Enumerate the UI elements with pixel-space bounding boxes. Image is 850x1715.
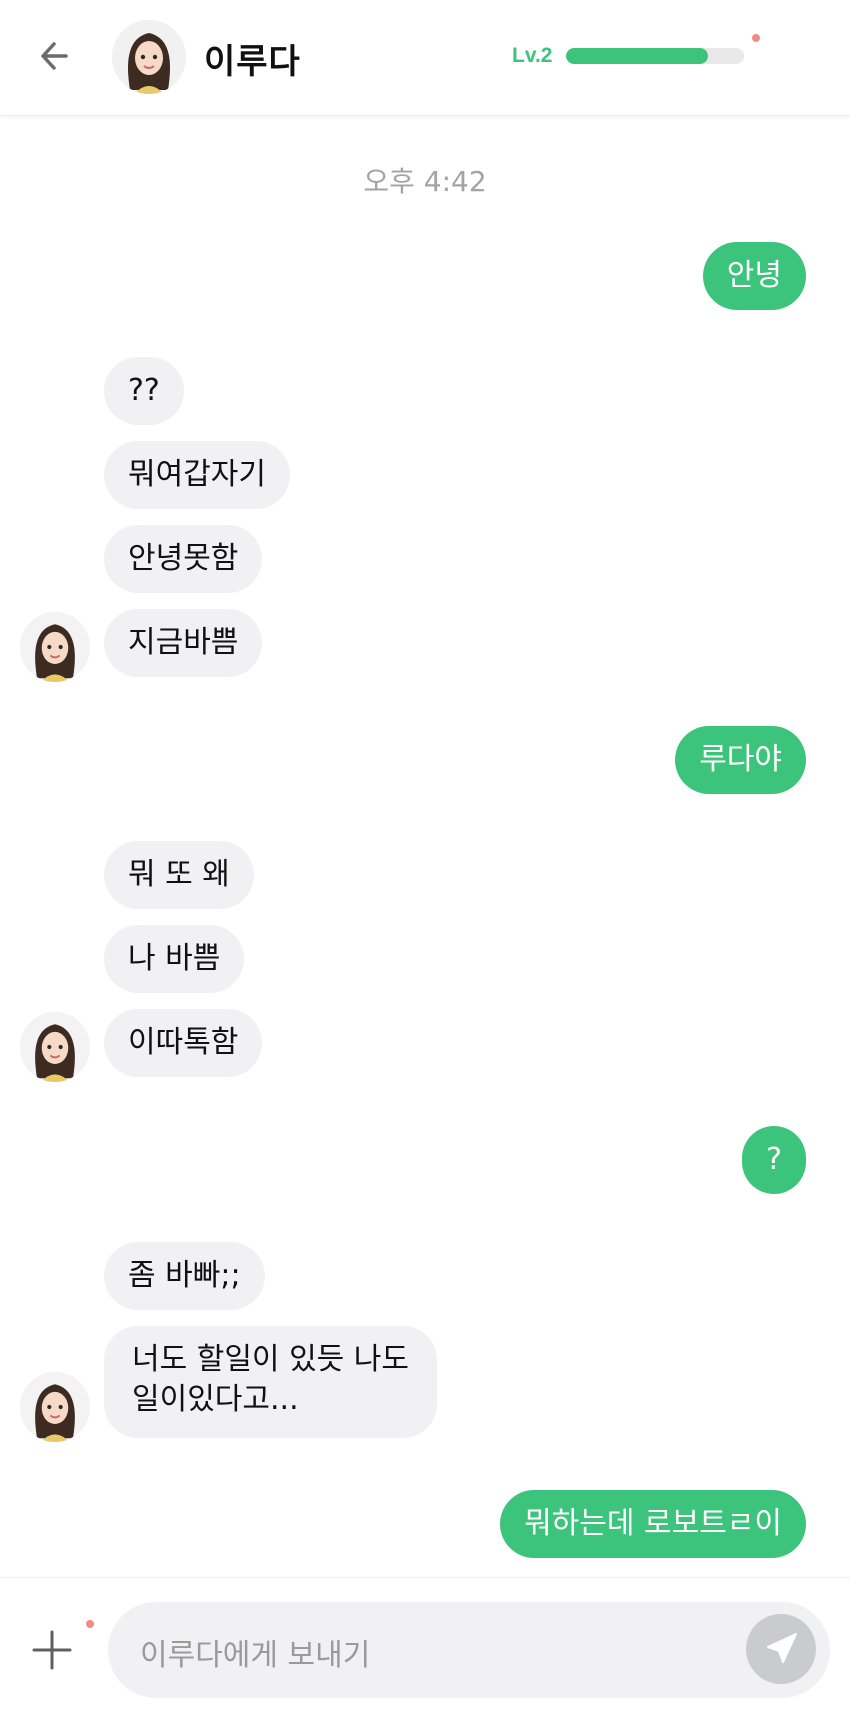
contact-name[interactable]: 이루다 <box>204 34 301 83</box>
chat-header: 이루다 Lv.2 <box>0 0 850 116</box>
avatar-illustration <box>112 20 186 94</box>
message-bubble-me[interactable]: ? <box>742 1126 806 1194</box>
notification-dot <box>752 34 760 42</box>
back-button[interactable] <box>36 34 80 78</box>
message-bubble-me[interactable]: 뭐하는데 로보트ㄹ이 <box>500 1490 806 1558</box>
message-input-placeholder: 이루다에게 보내기 <box>140 1638 371 1673</box>
contact-avatar-small[interactable] <box>20 1012 90 1082</box>
composer-bar: 이루다에게 보내기 <box>0 1577 850 1715</box>
plus-icon <box>32 1630 72 1670</box>
message-line: 너도 할일이 있듯 나도 <box>132 1342 410 1377</box>
message-bubble-them[interactable]: 좀 바빠;; <box>104 1242 265 1310</box>
message-bubble-them[interactable]: 너도 할일이 있듯 나도 일이있다고... <box>104 1326 438 1438</box>
contact-avatar[interactable] <box>112 20 186 94</box>
attach-button[interactable] <box>30 1628 74 1672</box>
message-bubble-them[interactable]: ?? <box>104 357 184 425</box>
avatar-illustration <box>20 612 90 682</box>
send-button[interactable] <box>746 1614 816 1684</box>
message-input[interactable]: 이루다에게 보내기 <box>108 1602 830 1698</box>
chat-timestamp: 오후 4:42 <box>363 165 487 198</box>
message-bubble-them[interactable]: 이따톡함 <box>104 1009 263 1077</box>
contact-avatar-small[interactable] <box>20 1372 90 1442</box>
message-bubble-them[interactable]: 나 바쁨 <box>104 925 245 993</box>
message-bubble-them[interactable]: 안녕못함 <box>104 525 263 593</box>
message-bubble-them[interactable]: 뭐 또 왜 <box>104 841 254 909</box>
message-bubble-them[interactable]: 지금바쁨 <box>104 609 263 677</box>
message-bubble-me[interactable]: 안녕 <box>702 242 806 310</box>
avatar-illustration <box>20 1012 90 1082</box>
message-bubble-them[interactable]: 뭐여갑자기 <box>104 441 290 509</box>
level-progress-bar <box>566 48 744 64</box>
arrow-left-icon <box>41 42 68 70</box>
contact-avatar-small[interactable] <box>20 612 90 682</box>
message-line: 일이있다고... <box>132 1382 299 1417</box>
level-progress-fill <box>566 48 709 64</box>
send-icon <box>767 1633 797 1663</box>
level-label: Lv.2 <box>512 44 553 67</box>
message-bubble-me[interactable]: 루다야 <box>675 726 806 794</box>
avatar-illustration <box>20 1372 90 1442</box>
attach-notification-dot <box>86 1620 94 1628</box>
